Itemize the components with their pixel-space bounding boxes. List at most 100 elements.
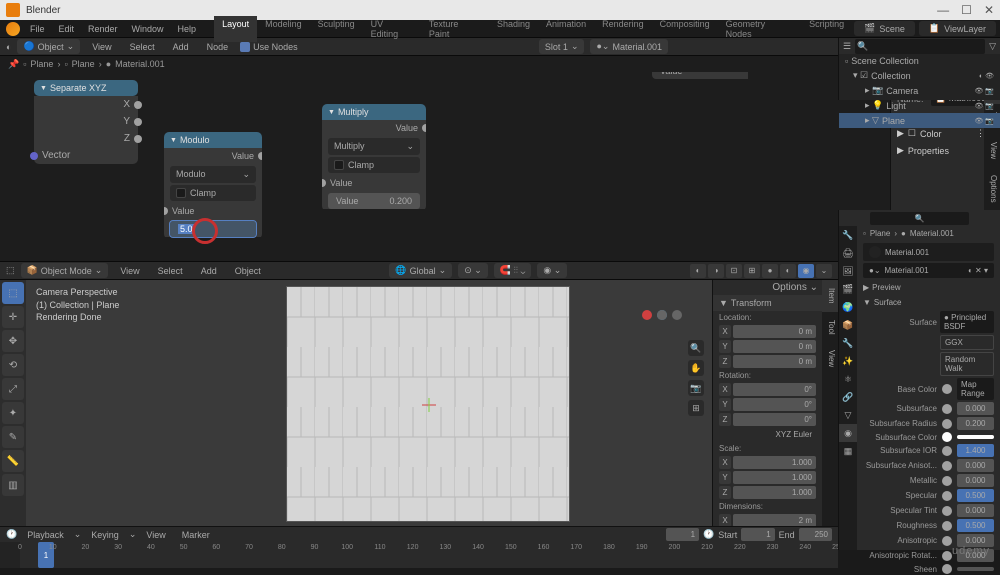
maximize-button[interactable]: ☐	[961, 3, 972, 17]
options-dropdown[interactable]: Options ⌄	[713, 280, 822, 295]
prop-tab-particles[interactable]: ✨	[839, 352, 857, 370]
rot-x-input[interactable]: 0°	[733, 383, 816, 396]
timeline-playback[interactable]: Playback	[21, 528, 70, 542]
end-frame-input[interactable]: 250	[799, 528, 832, 541]
tab-texture-paint[interactable]: Texture Paint	[421, 16, 489, 42]
tool-scale[interactable]: ⤢	[2, 378, 24, 400]
slot-dropdown[interactable]: Slot 1 ⌄	[539, 39, 585, 54]
prop-tab-data[interactable]: ▽	[839, 406, 857, 424]
property-value-input[interactable]: Map Range	[957, 378, 994, 400]
modulo-clamp-checkbox[interactable]: Clamp	[170, 185, 256, 201]
loc-x-input[interactable]: 0 m	[733, 325, 816, 338]
minimize-button[interactable]: —	[937, 3, 949, 17]
node-menu-select[interactable]: Select	[124, 40, 161, 54]
prop-tab-scene[interactable]: 🎬	[839, 280, 857, 298]
filter-icon[interactable]: ▽	[989, 41, 996, 52]
navigation-gizmo[interactable]	[642, 310, 682, 350]
shading-matpreview[interactable]: ◐	[780, 264, 796, 278]
current-frame-input[interactable]: 1	[666, 528, 699, 541]
viewport-menu-object[interactable]: Object	[229, 264, 267, 278]
tab-geometry-nodes[interactable]: Geometry Nodes	[718, 16, 802, 42]
view-vtab-tool[interactable]: Tool	[822, 312, 838, 343]
transform-orientation-dropdown[interactable]: 🌐 Global ⌄	[389, 263, 452, 278]
shading-wireframe[interactable]: ⊞	[744, 264, 760, 278]
node-menu-view[interactable]: View	[86, 40, 117, 54]
editor-type-icon[interactable]: ◐	[6, 42, 11, 52]
tab-shading[interactable]: Shading	[489, 16, 538, 42]
tab-layout[interactable]: Layout	[214, 16, 257, 42]
viewport-menu-add[interactable]: Add	[195, 264, 223, 278]
material-slot[interactable]: Material.001	[863, 243, 994, 261]
outliner-scene-collection[interactable]: ▫ Scene Collection	[839, 54, 1000, 68]
viewport-menu-select[interactable]: Select	[152, 264, 189, 278]
material-dropdown[interactable]: ●⌄ Material.001	[590, 39, 668, 54]
rot-y-input[interactable]: 0°	[733, 398, 816, 411]
node-separate-xyz[interactable]: ▼Separate XYZ	[34, 80, 138, 96]
scene-selector[interactable]: 🎬 Scene	[854, 21, 915, 36]
property-value-input[interactable]	[957, 435, 994, 439]
vtab-options[interactable]: Options	[984, 167, 1000, 211]
multiply-value-input[interactable]: Value0.200	[328, 193, 420, 209]
gizmo-btn[interactable]: ◐	[690, 264, 706, 278]
outliner-plane[interactable]: ▸ ▽ Plane👁 📷	[839, 113, 1000, 128]
menu-window[interactable]: Window	[126, 22, 170, 36]
node-menu-add[interactable]: Add	[167, 40, 195, 54]
snap-dropdown[interactable]: 🧲 ⫶⫶ ⌄	[494, 263, 532, 278]
property-value-input[interactable]: 0.500	[957, 519, 994, 532]
preview-section[interactable]: ▶Preview	[857, 280, 1000, 295]
property-value-input[interactable]: 0.000	[957, 459, 994, 472]
modulo-value-input[interactable]: 5.0	[170, 221, 256, 237]
props-search[interactable]: 🔍	[870, 212, 969, 225]
outliner-light[interactable]: ▸ 💡 Light👁 📷	[839, 98, 1000, 113]
prop-tab-material[interactable]: ◉	[839, 424, 857, 442]
close-button[interactable]: ✕	[984, 3, 994, 17]
menu-edit[interactable]: Edit	[52, 22, 80, 36]
menu-render[interactable]: Render	[82, 22, 124, 36]
shading-solid[interactable]: ●	[762, 264, 778, 278]
tab-sculpting[interactable]: Sculpting	[310, 16, 363, 42]
prop-tab-texture[interactable]: ▦	[839, 442, 857, 460]
multiply-op-dropdown[interactable]: Multiply⌄	[328, 138, 420, 155]
node-modulo[interactable]: ▼Modulo Value Modulo⌄ Clamp Value 5.0	[164, 132, 262, 239]
shading-rendered[interactable]: ◉	[798, 264, 814, 278]
loc-y-input[interactable]: 0 m	[733, 340, 816, 353]
prop-tab-physics[interactable]: ⚛	[839, 370, 857, 388]
overlay-btn[interactable]: ◑	[708, 264, 724, 278]
zoom-icon[interactable]: 🔍	[688, 340, 704, 356]
scale-y-input[interactable]: 1.000	[733, 471, 816, 484]
scale-x-input[interactable]: 1.000	[733, 456, 816, 469]
node-menu-node[interactable]: Node	[201, 40, 235, 54]
node-multiply[interactable]: ▼Multiply Value Multiply⌄ Clamp Value Va…	[322, 104, 426, 211]
loc-z-input[interactable]: 0 m	[733, 355, 816, 368]
vtab-view[interactable]: View	[984, 134, 1000, 167]
outliner-camera[interactable]: ▸ 📷 Camera👁 📷	[839, 83, 1000, 98]
prop-tab-modifiers[interactable]: 🔧	[839, 334, 857, 352]
timeline-marker[interactable]: Marker	[176, 528, 216, 542]
tool-add[interactable]: ▥	[2, 474, 24, 496]
menu-help[interactable]: Help	[172, 22, 203, 36]
perspective-icon[interactable]: ⊞	[688, 400, 704, 416]
view-vtab-view[interactable]: View	[822, 342, 838, 375]
3d-viewport[interactable]: ⬚ ✛ ✥ ⟲ ⤢ ✦ ✎ 📏 ▥ Camera Perspective (1)…	[0, 280, 838, 526]
tool-select-box[interactable]: ⬚	[2, 282, 24, 304]
tool-transform[interactable]: ✦	[2, 402, 24, 424]
timeline-keying[interactable]: Keying	[85, 528, 125, 542]
timeline-view[interactable]: View	[140, 528, 171, 542]
property-value-input[interactable]	[957, 567, 994, 571]
timeline-editor-icon[interactable]: 🕐	[6, 529, 17, 540]
tab-compositing[interactable]: Compositing	[652, 16, 718, 42]
prop-tab-constraints[interactable]: 🔗	[839, 388, 857, 406]
blender-logo-icon[interactable]	[6, 22, 20, 36]
outliner-search[interactable]: 🔍	[855, 39, 985, 54]
timeline[interactable]: 1 01020304050607080901001101201301401501…	[0, 542, 838, 568]
outliner-editor-icon[interactable]: ☰	[843, 41, 851, 52]
property-value-input[interactable]: 0.000	[957, 474, 994, 487]
tab-uv-editing[interactable]: UV Editing	[363, 16, 421, 42]
viewport-menu-view[interactable]: View	[114, 264, 145, 278]
pin-icon[interactable]: 📌	[8, 59, 19, 70]
viewlayer-selector[interactable]: 📋 ViewLayer	[919, 21, 996, 36]
random-walk-dropdown[interactable]: Random Walk	[940, 352, 994, 376]
tool-measure[interactable]: 📏	[2, 450, 24, 472]
modulo-op-dropdown[interactable]: Modulo⌄	[170, 166, 256, 183]
prop-tab-object[interactable]: 📦	[839, 316, 857, 334]
